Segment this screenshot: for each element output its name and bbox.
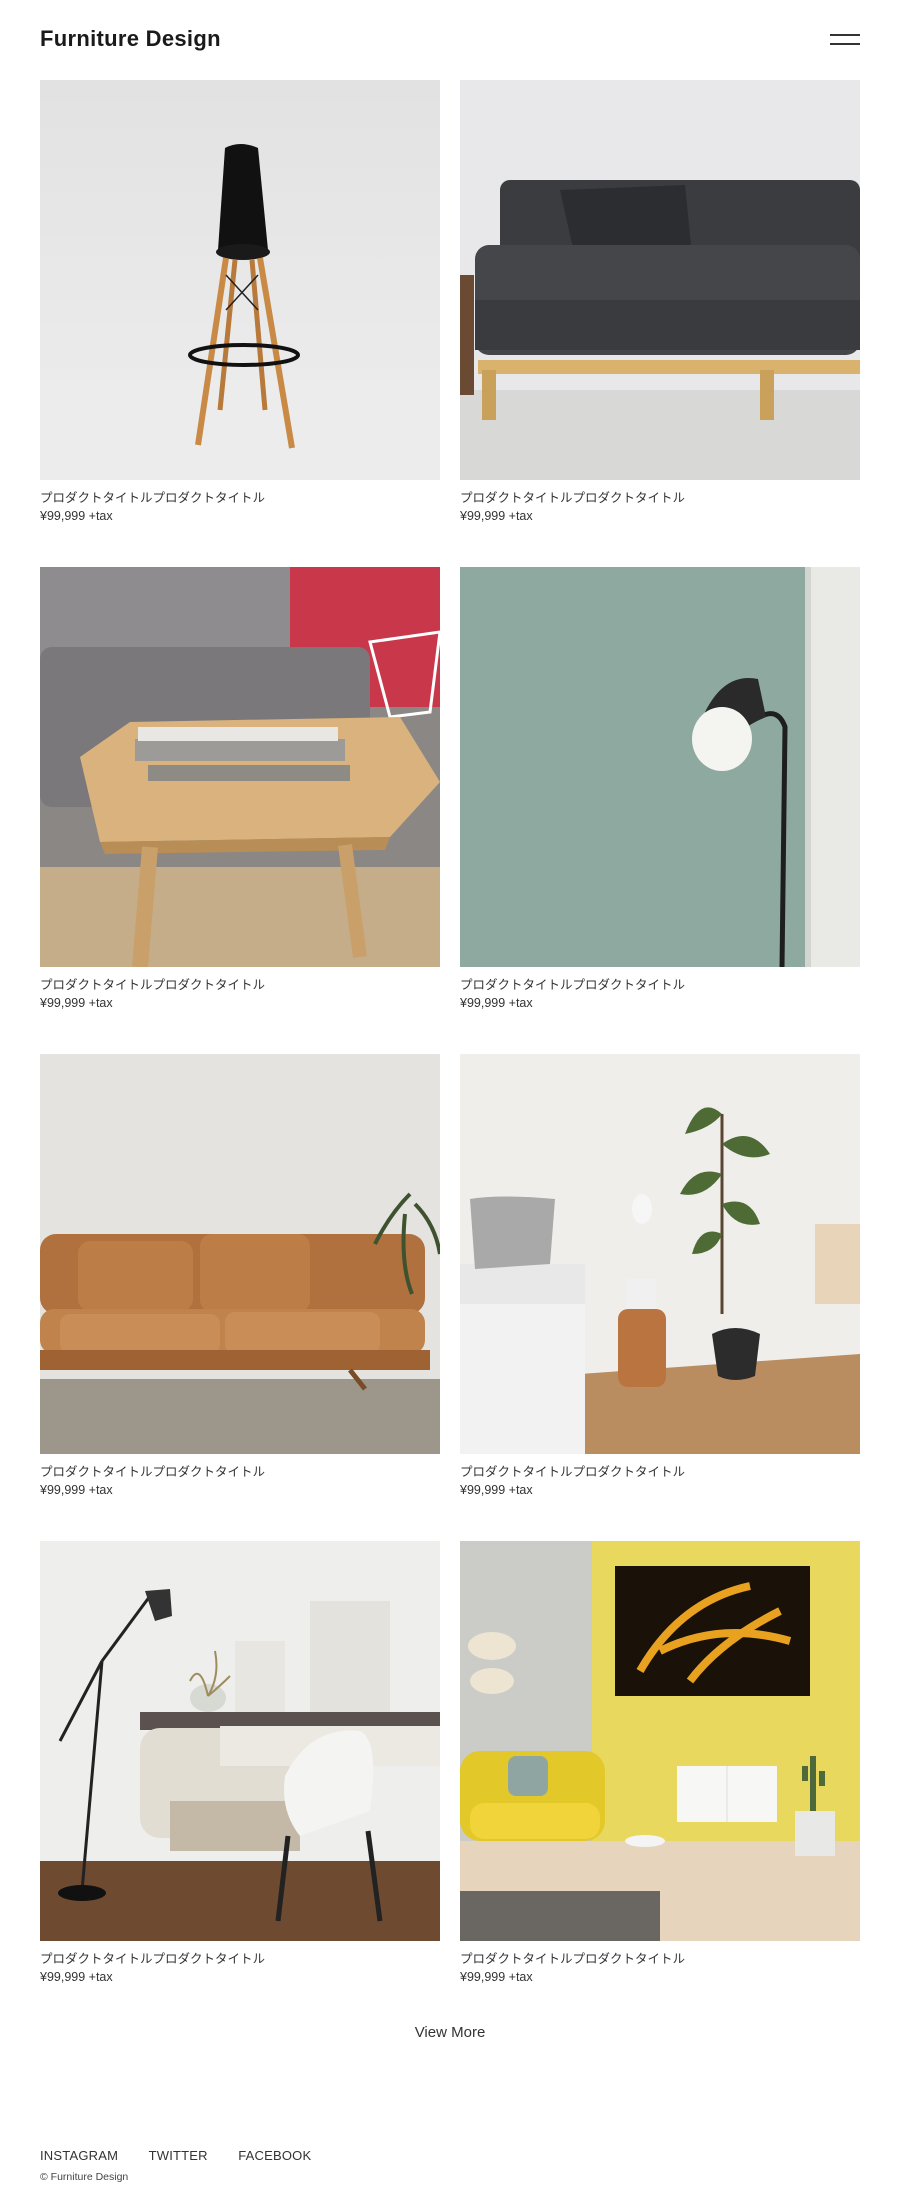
twitter-link[interactable]: TWITTER <box>149 2148 208 2163</box>
hamburger-menu-icon[interactable] <box>830 34 860 46</box>
product-image-bar-stool[interactable] <box>40 80 440 480</box>
menu-line-bottom <box>830 43 860 45</box>
product-title[interactable]: プロダクトタイトルプロダクトタイトル <box>460 1951 685 1967</box>
view-more-button[interactable]: View More <box>0 2024 900 2041</box>
product-title[interactable]: プロダクトタイトルプロダクトタイトル <box>460 977 685 993</box>
product-price: ¥99,999 +tax <box>460 996 533 1010</box>
product-price: ¥99,999 +tax <box>40 509 113 523</box>
menu-line-top <box>830 34 860 36</box>
facebook-link[interactable]: FACEBOOK <box>238 2148 311 2163</box>
product-title[interactable]: プロダクトタイトルプロダクトタイトル <box>40 1951 265 1967</box>
product-price: ¥99,999 +tax <box>40 996 113 1010</box>
product-title[interactable]: プロダクトタイトルプロダクトタイトル <box>40 1464 265 1480</box>
product-card[interactable]: プロダクトタイトルプロダクトタイトル ¥99,999 +tax <box>40 1541 440 2001</box>
product-price: ¥99,999 +tax <box>40 1483 113 1497</box>
product-image-gray-sofa[interactable] <box>460 80 860 480</box>
product-image-bedroom-plant[interactable] <box>460 1054 860 1454</box>
product-card[interactable]: プロダクトタイトルプロダクトタイトル ¥99,999 +tax <box>40 80 440 540</box>
product-title[interactable]: プロダクトタイトルプロダクトタイトル <box>460 1464 685 1480</box>
site-header: Furniture Design <box>40 24 860 54</box>
product-card[interactable]: プロダクトタイトルプロダクトタイトル ¥99,999 +tax <box>40 1054 440 1514</box>
product-price: ¥99,999 +tax <box>460 509 533 523</box>
product-card[interactable]: プロダクトタイトルプロダクトタイトル ¥99,999 +tax <box>460 1541 860 2001</box>
site-title[interactable]: Furniture Design <box>40 24 221 54</box>
product-image-desk-chair[interactable] <box>40 1541 440 1941</box>
product-image-yellow-living-room[interactable] <box>460 1541 860 1941</box>
product-card[interactable]: プロダクトタイトルプロダクトタイトル ¥99,999 +tax <box>460 567 860 1027</box>
product-card[interactable]: プロダクトタイトルプロダクトタイトル ¥99,999 +tax <box>460 80 860 540</box>
product-price: ¥99,999 +tax <box>40 1970 113 1984</box>
product-title[interactable]: プロダクトタイトルプロダクトタイトル <box>40 977 265 993</box>
product-image-coffee-table[interactable] <box>40 567 440 967</box>
social-links: INSTAGRAM TWITTER FACEBOOK <box>40 2147 337 2165</box>
instagram-link[interactable]: INSTAGRAM <box>40 2148 118 2163</box>
copyright-text: © Furniture Design <box>40 2171 129 2183</box>
product-card[interactable]: プロダクトタイトルプロダクトタイトル ¥99,999 +tax <box>460 1054 860 1514</box>
product-image-leather-sofa[interactable] <box>40 1054 440 1454</box>
product-title[interactable]: プロダクトタイトルプロダクトタイトル <box>460 490 685 506</box>
product-image-floor-lamp[interactable] <box>460 567 860 967</box>
product-card[interactable]: プロダクトタイトルプロダクトタイトル ¥99,999 +tax <box>40 567 440 1027</box>
product-title[interactable]: プロダクトタイトルプロダクトタイトル <box>40 490 265 506</box>
product-price: ¥99,999 +tax <box>460 1483 533 1497</box>
product-price: ¥99,999 +tax <box>460 1970 533 1984</box>
